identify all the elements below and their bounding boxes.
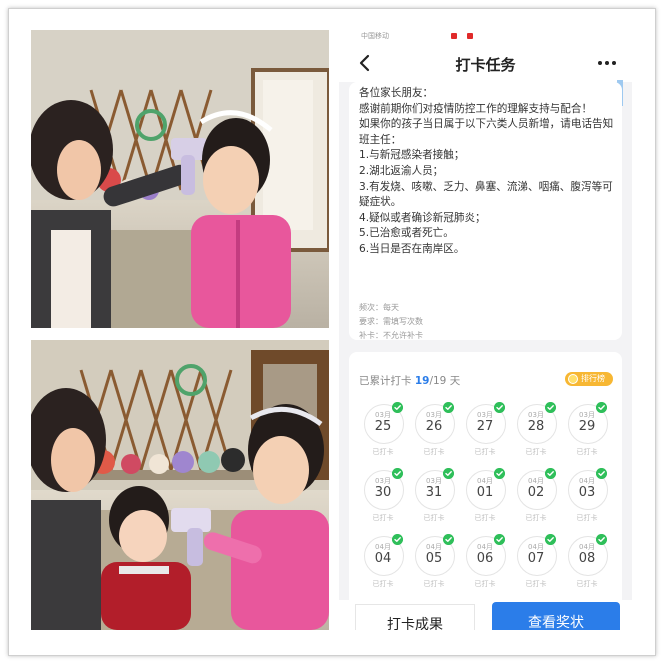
notice-line: 4.疑似或者确诊新冠肺炎； — [359, 211, 486, 224]
day-status: 已打卡 — [423, 514, 445, 522]
checkin-day: 03月 29 已打卡 — [568, 402, 608, 458]
check-circle-icon — [443, 534, 454, 545]
check-circle-icon — [596, 534, 607, 545]
day-number: 01 — [476, 485, 494, 500]
day-status: 已打卡 — [525, 580, 547, 588]
day-status: 已打卡 — [423, 448, 445, 456]
day-number: 06 — [476, 551, 494, 566]
day-status: 已打卡 — [525, 448, 547, 456]
day-number: 04 — [374, 551, 392, 566]
checkin-stats-card: 已累计打卡 19/19 天 排行榜 03月 25 已打卡 03月 26 已打卡 03月 27 已… — [349, 352, 622, 612]
checkin-summary: 已累计打卡 19/19 天 — [359, 373, 460, 388]
day-number: 03 — [578, 485, 596, 500]
day-status: 已打卡 — [474, 580, 496, 588]
photo-2-illustration — [31, 340, 329, 630]
checkin-day: 03月 30 已打卡 — [364, 468, 404, 524]
notice-line: 如果你的孩子当日属于以下六类人员新增，请电话告知班主任： — [359, 118, 614, 146]
check-circle-icon — [494, 402, 505, 413]
phone-screen: 中国移动 打卡任务 各位家长朋友： 感谢前期你们对疫情防控工作的理解支持与配合！… — [339, 30, 632, 630]
day-status: 已打卡 — [372, 448, 394, 456]
carrier-label: 中国移动 — [361, 32, 389, 40]
checkin-day: 04月 05 已打卡 — [415, 534, 455, 590]
check-circle-icon — [392, 534, 403, 545]
day-number: 28 — [527, 419, 545, 434]
day-number: 31 — [425, 485, 443, 500]
notice-line: 各位家长朋友： — [359, 87, 434, 99]
checkin-day: 03月 31 已打卡 — [415, 468, 455, 524]
notice-line: 5.已治愈或者死亡。 — [359, 227, 454, 240]
checkin-result-button[interactable]: 打卡成果 — [355, 604, 475, 630]
day-status: 已打卡 — [576, 448, 598, 456]
frequency-label: 频次：每天 — [359, 303, 399, 312]
status-indicator-icon — [467, 33, 473, 39]
photo-temperature-check-2 — [31, 340, 329, 630]
notice-line: 2.湖北返渝人员； — [359, 164, 444, 177]
checkin-day: 03月 25 已打卡 — [364, 402, 404, 458]
notice-line: 感谢前期你们对疫情防控工作的理解支持与配合！ — [359, 102, 593, 115]
checkin-day: 04月 01 已打卡 — [466, 468, 506, 524]
page-title: 打卡任务 — [455, 56, 516, 74]
checkin-day: 04月 04 已打卡 — [364, 534, 404, 590]
check-circle-icon — [545, 402, 556, 413]
view-award-button[interactable]: 查看奖状 — [492, 602, 620, 630]
day-number: 07 — [527, 551, 545, 566]
check-circle-icon — [545, 468, 556, 479]
day-number: 29 — [578, 419, 596, 434]
notice-line: 3.有发烧、咳嗽、乏力、鼻塞、流涕、咽痛、腹泻等可疑症状。 — [359, 180, 613, 209]
day-number: 25 — [374, 419, 392, 434]
day-number: 02 — [527, 485, 545, 500]
checkin-summary-label: 已累计打卡 — [359, 375, 412, 387]
checkin-day: 03月 27 已打卡 — [466, 402, 506, 458]
checkin-total: /19 天 — [429, 375, 461, 387]
day-status: 已打卡 — [372, 514, 394, 522]
day-number: 05 — [425, 551, 443, 566]
check-circle-icon — [545, 534, 556, 545]
check-circle-icon — [596, 468, 607, 479]
notice-text: 各位家长朋友： 感谢前期你们对疫情防控工作的理解支持与配合！ 如果你的孩子当日属… — [359, 86, 614, 258]
checkin-day: 04月 07 已打卡 — [517, 534, 557, 590]
check-circle-icon — [443, 468, 454, 479]
check-circle-icon — [392, 402, 403, 413]
check-circle-icon — [596, 402, 607, 413]
more-dots-icon[interactable] — [596, 54, 618, 72]
day-number: 30 — [374, 485, 392, 500]
check-circle-icon — [494, 534, 505, 545]
notice-card: 各位家长朋友： 感谢前期你们对疫情防控工作的理解支持与配合！ 如果你的孩子当日属… — [349, 82, 622, 340]
day-status: 已打卡 — [372, 580, 394, 588]
medal-icon — [568, 374, 578, 384]
day-status: 已打卡 — [474, 448, 496, 456]
checkin-day: 04月 02 已打卡 — [517, 468, 557, 524]
leaderboard-label: 排行榜 — [581, 374, 605, 383]
checkin-day: 04月 08 已打卡 — [568, 534, 608, 590]
photo-temperature-check-1 — [31, 30, 329, 328]
photo-1-illustration — [31, 30, 329, 328]
day-number: 26 — [425, 419, 443, 434]
leaderboard-button[interactable]: 排行榜 — [565, 372, 613, 386]
day-status: 已打卡 — [474, 514, 496, 522]
requirement-label: 要求：需填写次数 — [359, 317, 423, 326]
header-bar: 打卡任务 — [339, 44, 632, 82]
day-number: 27 — [476, 419, 494, 434]
notice-line: 6.当日是否在南岸区。 — [359, 242, 465, 255]
notice-line: 1.与新冠感染者接触； — [359, 149, 465, 162]
checkin-day: 03月 26 已打卡 — [415, 402, 455, 458]
check-circle-icon — [494, 468, 505, 479]
status-bar: 中国移动 — [339, 30, 632, 44]
checkin-count: 19 — [414, 375, 430, 387]
check-circle-icon — [392, 468, 403, 479]
day-number: 08 — [578, 551, 596, 566]
day-status: 已打卡 — [525, 514, 547, 522]
checkin-day: 04月 06 已打卡 — [466, 534, 506, 590]
day-status: 已打卡 — [576, 580, 598, 588]
status-indicator-icon — [451, 33, 457, 39]
makeup-label: 补卡：不允许补卡 — [359, 331, 423, 340]
day-status: 已打卡 — [576, 514, 598, 522]
check-circle-icon — [443, 402, 454, 413]
checkin-day: 03月 28 已打卡 — [517, 402, 557, 458]
checkin-day: 04月 03 已打卡 — [568, 468, 608, 524]
day-status: 已打卡 — [423, 580, 445, 588]
